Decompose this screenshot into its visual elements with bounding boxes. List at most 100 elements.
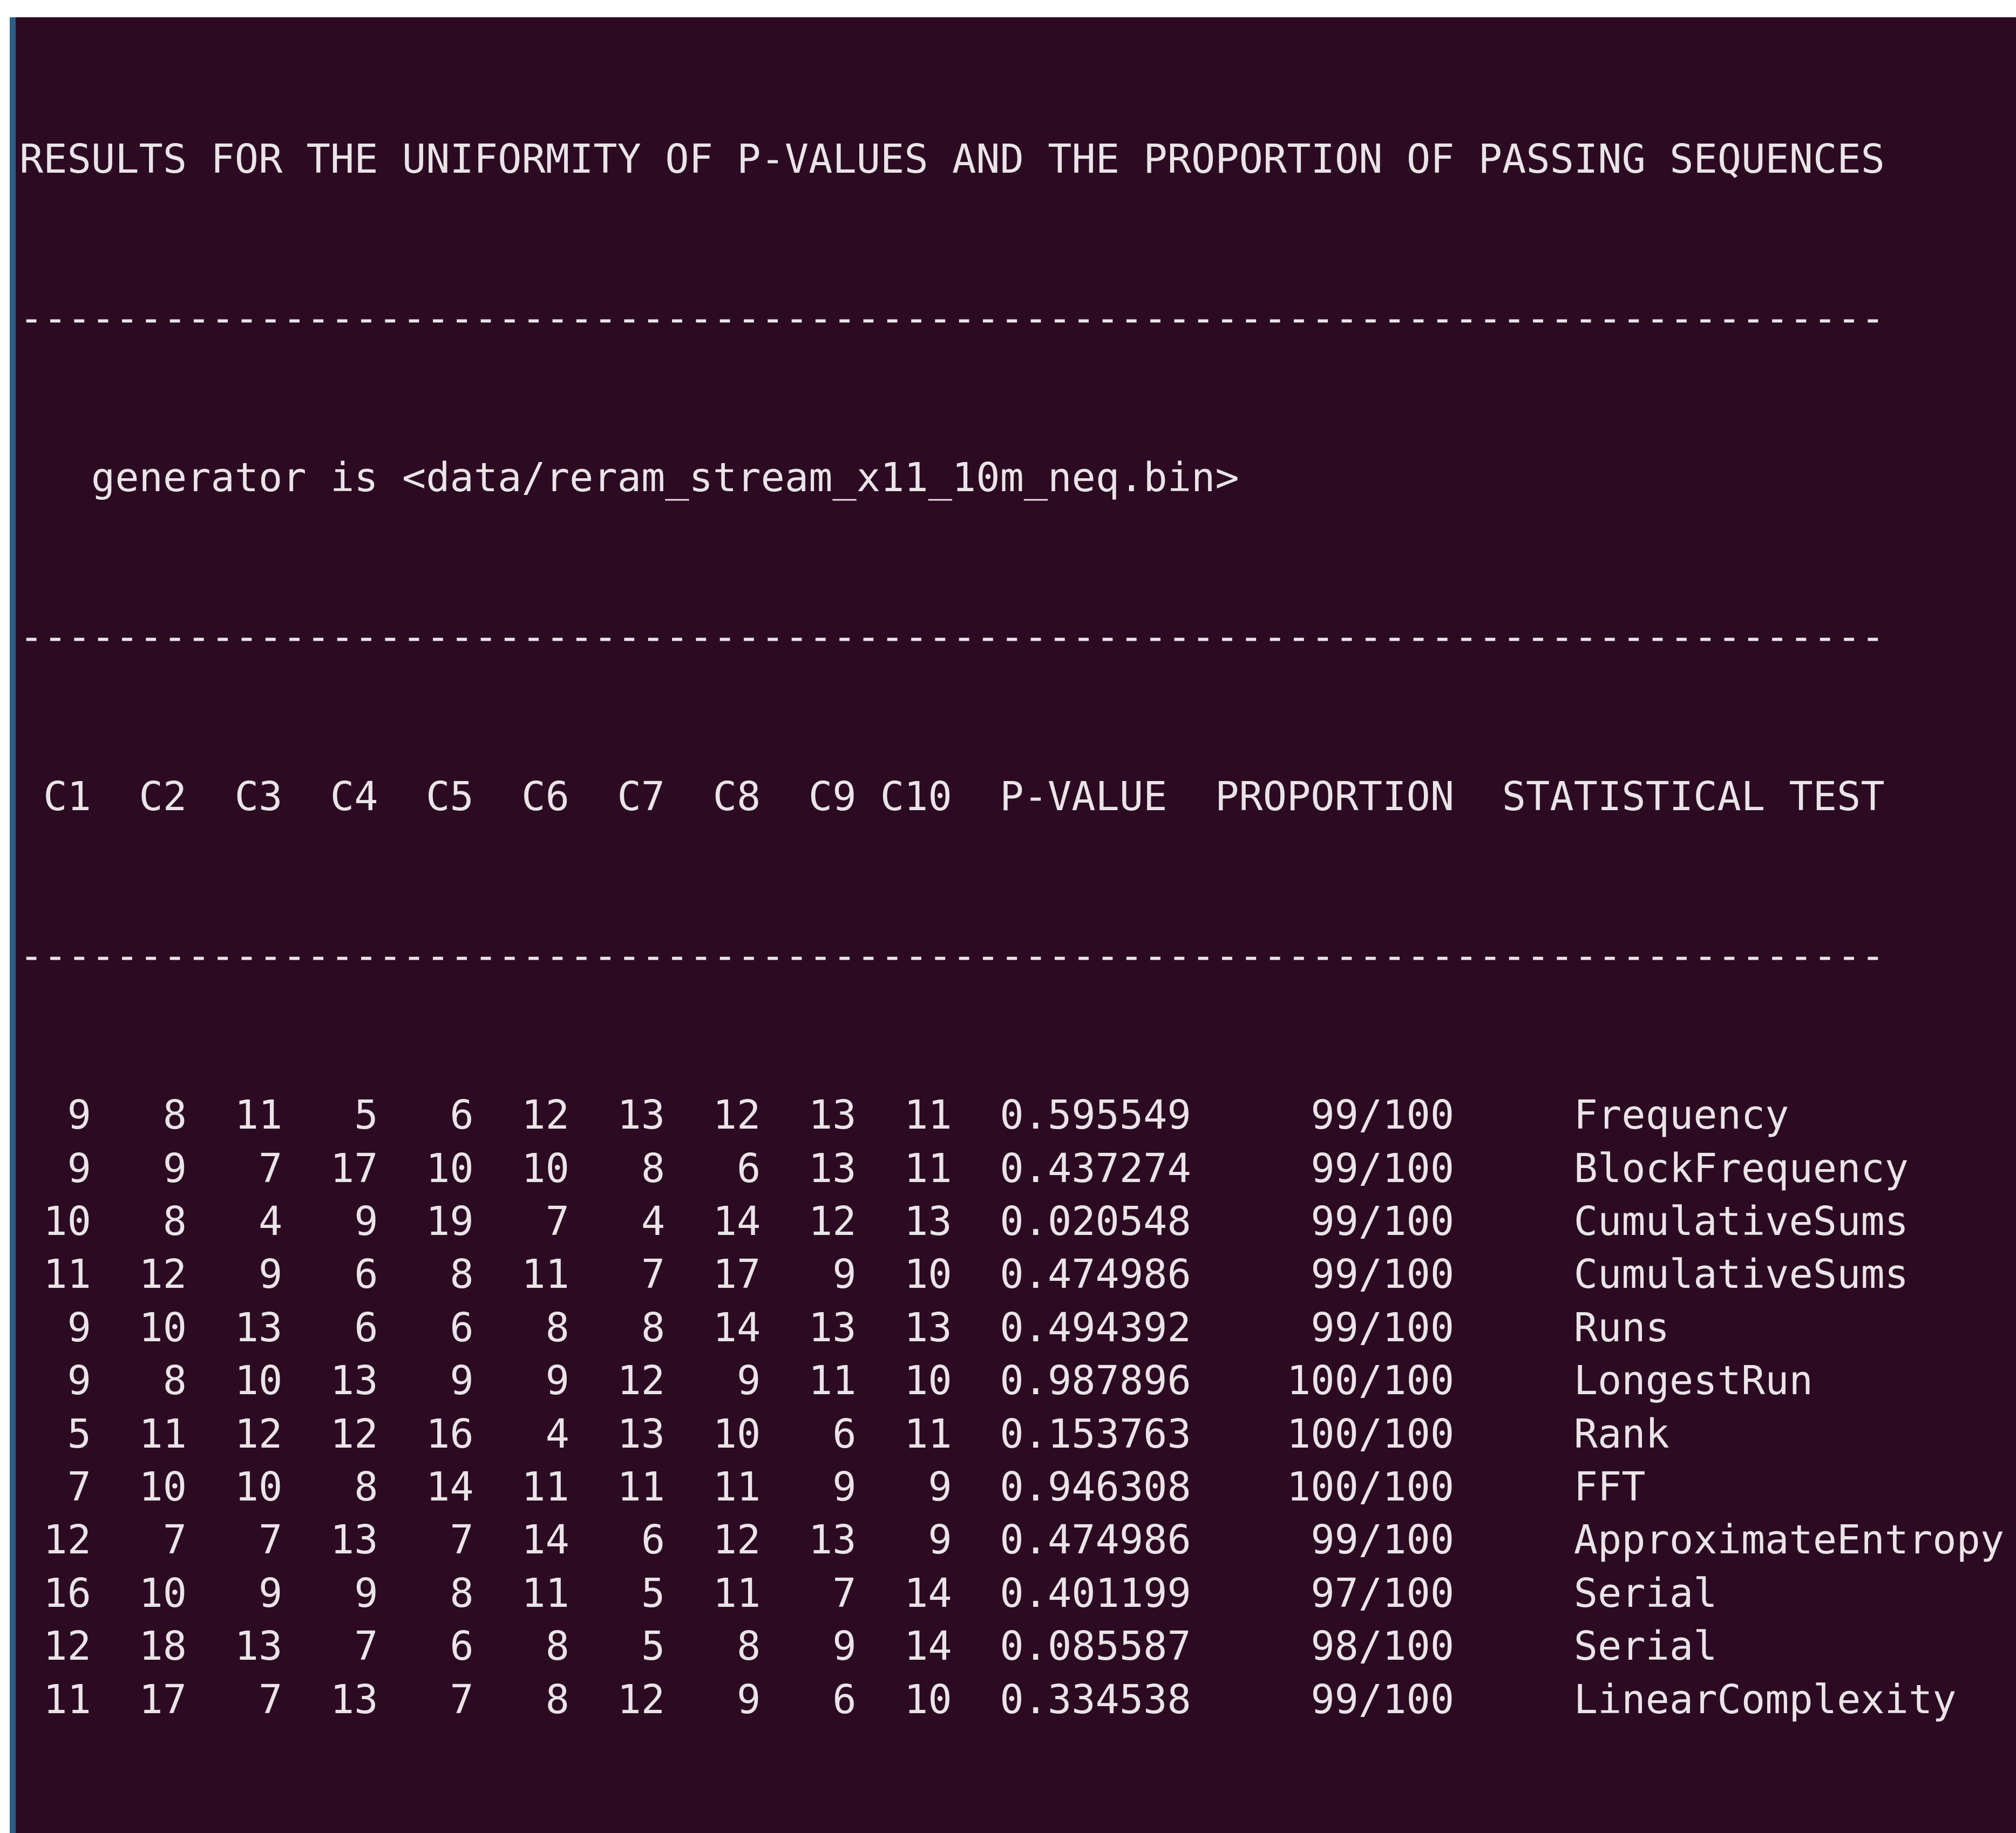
count-cell: 7 [307, 1620, 378, 1673]
count-cell: 9 [115, 1143, 187, 1196]
count-cell: 7 [593, 1248, 665, 1301]
count-cell: 5 [307, 1089, 378, 1142]
count-cell: 8 [593, 1302, 665, 1355]
p-value-cell: 0.401199 [1000, 1567, 1191, 1620]
count-cell: 11 [498, 1461, 569, 1514]
table-row: 9971710108613110.43727499/100BlockFreque… [19, 1143, 2004, 1196]
count-cell: 9 [19, 1302, 91, 1355]
test-name-cell: Runs [1574, 1302, 1669, 1355]
count-cell: 9 [19, 1143, 91, 1196]
header-count-1: C1 [19, 771, 91, 824]
count-cell: 9 [211, 1567, 282, 1620]
count-cell: 8 [115, 1196, 187, 1248]
proportion-cell: 99/100 [1191, 1674, 1454, 1727]
count-cell: 8 [115, 1089, 187, 1142]
count-cell: 6 [402, 1620, 474, 1673]
count-cell: 9 [785, 1248, 857, 1301]
count-cell: 17 [689, 1248, 761, 1301]
table-row: 9810139912911100.987896100/100LongestRun [19, 1355, 2004, 1408]
count-cell: 10 [19, 1196, 91, 1248]
count-cell: 9 [785, 1461, 857, 1514]
count-cell: 18 [115, 1620, 187, 1673]
count-cell: 7 [498, 1196, 569, 1248]
count-cell: 12 [307, 1408, 378, 1461]
count-cell: 9 [19, 1089, 91, 1142]
p-value-cell: 0.437274 [1000, 1143, 1191, 1196]
table-row: 1117713781296100.33453899/100LinearCompl… [19, 1674, 2004, 1727]
count-cell: 11 [19, 1248, 91, 1301]
table-row: 1277137146121390.47498699/100Approximate… [19, 1514, 2004, 1567]
count-cell: 7 [211, 1674, 282, 1727]
header-p-value: P-VALUE [1000, 771, 1215, 824]
p-value-cell: 0.085587 [1000, 1620, 1191, 1673]
count-cell: 8 [307, 1461, 378, 1514]
count-cell: 11 [498, 1567, 569, 1620]
count-cell: 11 [498, 1248, 569, 1301]
count-cell: 9 [307, 1196, 378, 1248]
proportion-cell: 98/100 [1191, 1620, 1454, 1673]
count-cell: 11 [689, 1567, 761, 1620]
count-cell: 13 [211, 1302, 282, 1355]
count-cell: 11 [19, 1674, 91, 1727]
table-row: 98115612131213110.59554999/100Frequency [19, 1089, 2004, 1142]
terminal-output: RESULTS FOR THE UNIFORMITY OF P-VALUES A… [19, 27, 2004, 1833]
count-cell: 12 [19, 1514, 91, 1567]
count-cell: 9 [498, 1355, 569, 1408]
table-row: 71010814111111990.946308100/100FFT [19, 1461, 2004, 1514]
count-cell: 8 [402, 1567, 474, 1620]
count-cell: 13 [307, 1355, 378, 1408]
count-cell: 11 [211, 1089, 282, 1142]
count-cell: 11 [785, 1355, 857, 1408]
proportion-cell: 99/100 [1191, 1514, 1454, 1567]
count-cell: 7 [785, 1567, 857, 1620]
header-count-9: C9 [785, 771, 857, 824]
count-cell: 12 [498, 1089, 569, 1142]
count-cell: 9 [307, 1567, 378, 1620]
test-name-cell: Frequency [1574, 1089, 1789, 1142]
count-cell: 12 [593, 1674, 665, 1727]
count-cell: 6 [785, 1674, 857, 1727]
header-count-4: C4 [307, 771, 378, 824]
header-proportion: PROPORTION [1215, 771, 1454, 824]
test-name-cell: ApproximateEntropy [1574, 1514, 2005, 1567]
count-cell: 10 [689, 1408, 761, 1461]
count-cell: 16 [19, 1567, 91, 1620]
p-value-cell: 0.946308 [1000, 1461, 1191, 1514]
terminal-window[interactable]: RESULTS FOR THE UNIFORMITY OF P-VALUES A… [10, 17, 2016, 1833]
count-cell: 8 [498, 1674, 569, 1727]
count-cell: 10 [880, 1674, 952, 1727]
table-row: 1112968117179100.47498699/100CumulativeS… [19, 1248, 2004, 1301]
count-cell: 9 [211, 1248, 282, 1301]
proportion-cell: 99/100 [1191, 1143, 1454, 1196]
count-cell: 12 [785, 1196, 857, 1248]
header-count-2: C2 [115, 771, 187, 824]
count-cell: 4 [498, 1408, 569, 1461]
count-cell: 13 [307, 1674, 378, 1727]
proportion-cell: 99/100 [1191, 1248, 1454, 1301]
header-count-7: C7 [593, 771, 665, 824]
count-cell: 10 [115, 1461, 187, 1514]
count-cell: 8 [593, 1143, 665, 1196]
count-cell: 12 [593, 1355, 665, 1408]
proportion-cell: 100/100 [1191, 1408, 1454, 1461]
count-cell: 7 [402, 1514, 474, 1567]
count-cell: 8 [498, 1302, 569, 1355]
count-cell: 14 [880, 1620, 952, 1673]
count-cell: 5 [593, 1620, 665, 1673]
count-cell: 13 [593, 1408, 665, 1461]
count-cell: 6 [307, 1248, 378, 1301]
count-cell: 8 [402, 1248, 474, 1301]
count-cell: 7 [19, 1461, 91, 1514]
proportion-cell: 97/100 [1191, 1567, 1454, 1620]
count-cell: 5 [593, 1567, 665, 1620]
count-cell: 17 [115, 1674, 187, 1727]
proportion-cell: 99/100 [1191, 1089, 1454, 1142]
header-count-8: C8 [689, 771, 761, 824]
count-cell: 12 [115, 1248, 187, 1301]
results-table: 98115612131213110.59554999/100Frequency9… [19, 1089, 2004, 1727]
p-value-cell: 0.153763 [1000, 1408, 1191, 1461]
header-count-3: C3 [211, 771, 282, 824]
generator-line: generator is <data/reram_stream_x11_10m_… [19, 452, 2004, 505]
count-cell: 14 [689, 1196, 761, 1248]
test-name-cell: CumulativeSums [1574, 1196, 1909, 1248]
